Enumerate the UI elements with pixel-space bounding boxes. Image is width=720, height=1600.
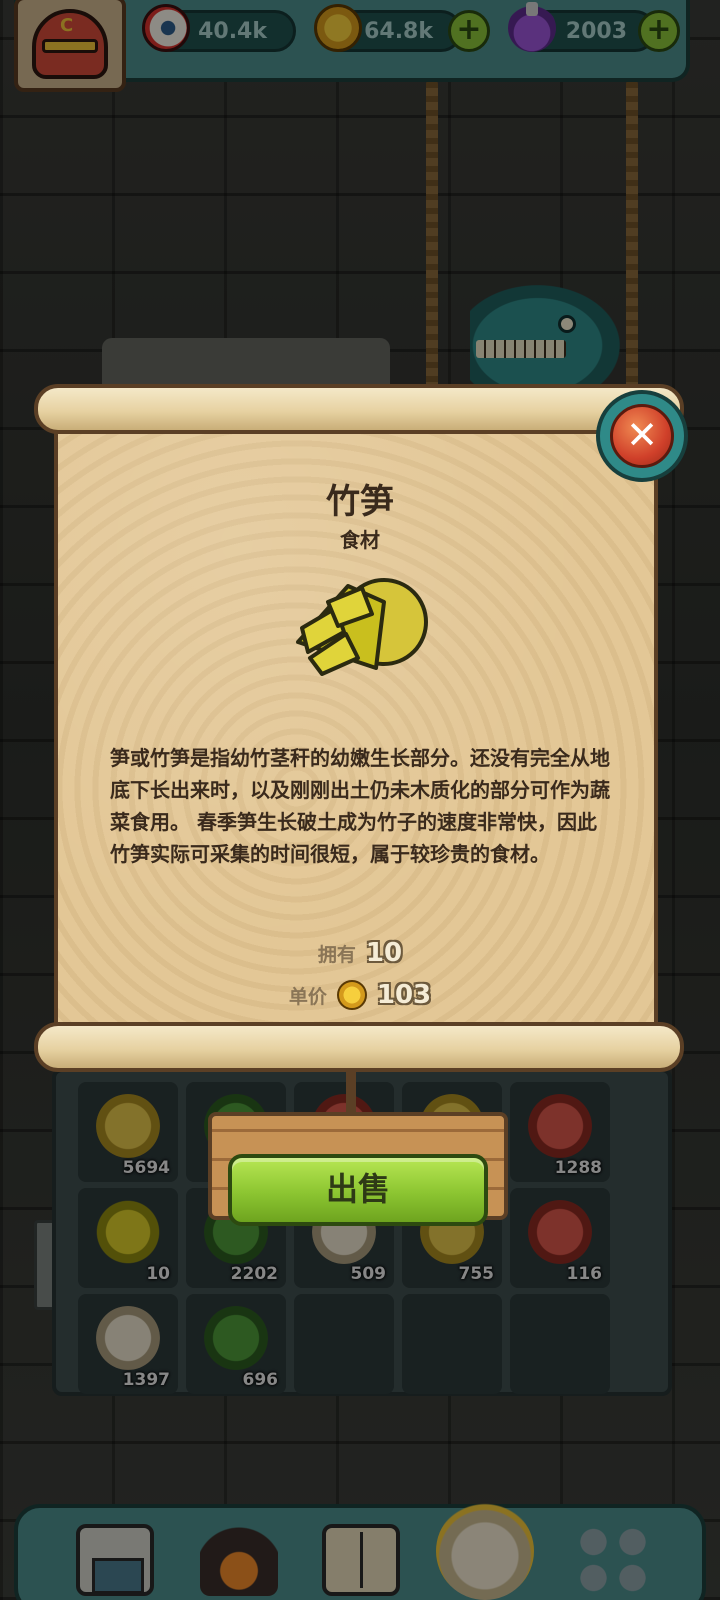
price-label: 单价	[288, 985, 327, 1008]
coin-icon	[336, 980, 367, 1010]
item-name: 竹笋	[326, 482, 394, 522]
close-button[interactable]: ✕	[596, 390, 688, 482]
owned-label: 拥有	[317, 943, 356, 966]
scroll-top-rod	[34, 384, 684, 434]
price-row: 单价 103	[0, 980, 720, 1010]
close-icon: ✕	[610, 404, 674, 468]
item-category: 食材	[340, 528, 380, 552]
owned-row: 拥有 10	[0, 938, 720, 968]
sign-hanger	[346, 1072, 356, 1114]
sell-button[interactable]: 出售	[228, 1154, 488, 1226]
price-value: 103	[376, 980, 432, 1010]
scroll-bottom-rod	[34, 1022, 684, 1072]
owned-value: 10	[365, 938, 403, 968]
bamboo-shoot-icon	[296, 578, 428, 676]
item-description: 笋或竹笋是指幼竹茎秆的幼嫩生长部分。还没有完全从地底下长出来时，以及刚刚出土仍未…	[110, 746, 610, 866]
